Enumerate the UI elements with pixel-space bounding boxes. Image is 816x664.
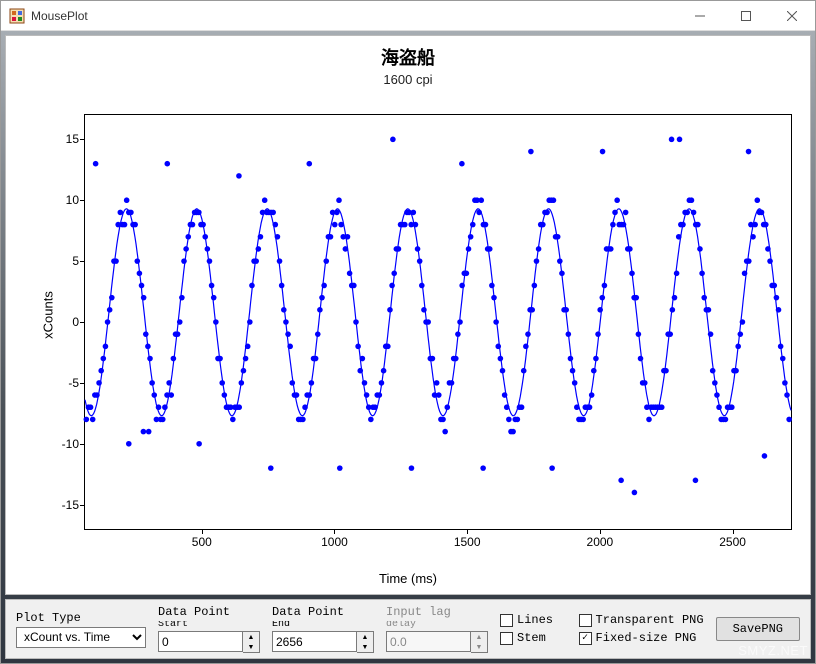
fixed-size-png-checkbox[interactable]: ✓Fixed-size PNG	[579, 631, 704, 645]
chart-subtitle: 1600 cpi	[6, 72, 810, 87]
png-options-group: Transparent PNG ✓Fixed-size PNG	[579, 613, 704, 645]
chevron-down-icon: ▼	[471, 642, 487, 652]
data-start-label: Data Point	[158, 605, 260, 619]
linestyle-group: Lines Stem	[500, 613, 553, 645]
data-end-label: Data Point	[272, 605, 374, 619]
chevron-down-icon: ▼	[357, 642, 373, 652]
save-png-button[interactable]: SavePNG	[716, 617, 800, 641]
chart-title: 海盗船	[6, 44, 810, 70]
app-icon	[9, 8, 25, 24]
chevron-up-icon: ▲	[357, 632, 373, 642]
chart-series	[85, 115, 791, 529]
chevron-up-icon: ▲	[243, 632, 259, 642]
minimize-button[interactable]	[677, 1, 723, 31]
input-lag-label2: delay	[386, 621, 488, 629]
data-start-input[interactable]	[158, 631, 243, 652]
x-axis-label: Time (ms)	[379, 571, 437, 586]
chevron-down-icon: ▼	[243, 642, 259, 652]
data-end-spinner[interactable]: ▲▼	[357, 631, 374, 653]
window-title: MousePlot	[31, 9, 88, 23]
maximize-button[interactable]	[723, 1, 769, 31]
data-start-label2: Start	[158, 621, 260, 629]
input-lag-group: Input lag delay ▲▼	[386, 605, 488, 653]
control-panel: Plot Type xCount vs. Time Data Point Sta…	[5, 599, 811, 659]
chevron-up-icon: ▲	[471, 632, 487, 642]
input-lag-label: Input lag	[386, 605, 488, 619]
data-end-group: Data Point End ▲▼	[272, 605, 374, 653]
close-icon	[787, 11, 797, 21]
maximize-icon	[741, 11, 751, 21]
plot-type-label: Plot Type	[16, 611, 146, 625]
titlebar: MousePlot	[1, 1, 815, 31]
data-start-spinner[interactable]: ▲▼	[243, 631, 260, 653]
plot-panel: 海盗船 1600 cpi xCounts Time (ms) -15-10-50…	[5, 35, 811, 595]
close-button[interactable]	[769, 1, 815, 31]
data-end-input[interactable]	[272, 631, 357, 652]
y-axis-label: xCounts	[40, 291, 55, 339]
content-area: 海盗船 1600 cpi xCounts Time (ms) -15-10-50…	[1, 31, 815, 663]
input-lag-spinner: ▲▼	[471, 631, 488, 653]
transparent-png-checkbox[interactable]: Transparent PNG	[579, 613, 704, 627]
stem-checkbox[interactable]: Stem	[500, 631, 553, 645]
minimize-icon	[695, 11, 705, 21]
input-lag-input	[386, 631, 471, 652]
data-end-label2: End	[272, 621, 374, 629]
plot-type-group: Plot Type xCount vs. Time	[16, 611, 146, 648]
lines-checkbox[interactable]: Lines	[500, 613, 553, 627]
data-start-group: Data Point Start ▲▼	[158, 605, 260, 653]
plot-area: -15-10-50510155001000150020002500	[84, 114, 792, 530]
plot-type-select[interactable]: xCount vs. Time	[16, 627, 146, 648]
app-window: MousePlot 海盗船 1600 cpi xCounts Time (ms)…	[0, 0, 816, 664]
